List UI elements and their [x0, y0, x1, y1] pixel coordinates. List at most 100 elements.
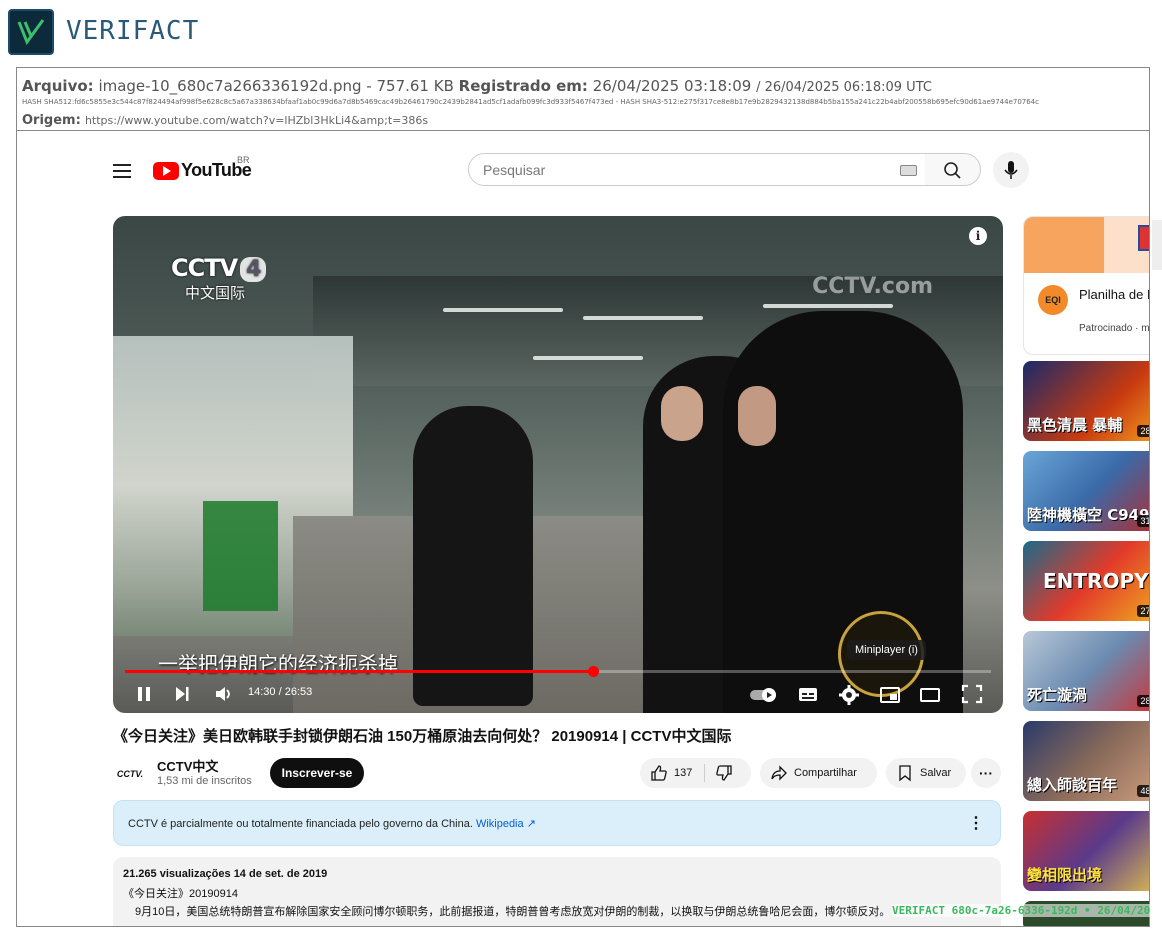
cctv-bug-number: 4 — [240, 257, 267, 282]
more-options-icon[interactable]: ⋮ — [968, 813, 984, 833]
share-icon — [771, 765, 787, 781]
scene-light — [533, 356, 643, 360]
scrollbar[interactable] — [1152, 220, 1162, 270]
metadata-line-1: Arquivo: image-10_680c7a266336192d.png -… — [22, 77, 932, 95]
utc-value: / 26/04/2025 06:18:09 UTC — [756, 80, 932, 95]
menu-icon[interactable] — [113, 164, 131, 178]
channel-name[interactable]: CCTV中文 — [157, 756, 218, 775]
origem-label: Origem: — [22, 113, 81, 128]
progress-fill — [125, 670, 593, 673]
hash-line: HASH SHA512:fd6c5855e3c544c87f824494af99… — [22, 98, 1039, 106]
progress-scrubber[interactable] — [587, 666, 599, 677]
funding-info-message: CCTV é parcialmente ou totalmente financ… — [128, 818, 473, 830]
verifact-logo — [8, 9, 54, 55]
search-button[interactable] — [925, 153, 981, 186]
save-button[interactable]: Salvar — [886, 758, 966, 788]
scene-face — [661, 386, 703, 441]
search-placeholder: Pesquisar — [483, 162, 546, 178]
info-icon[interactable]: i — [969, 227, 987, 245]
scene-face — [738, 386, 776, 446]
thumb-duration: 31:1 — [1137, 515, 1149, 527]
share-label: Compartilhar — [794, 767, 857, 779]
recommended-video[interactable]: 死亡漩渦 28:0 — [1023, 631, 1149, 711]
youtube-page: YouTube BR Pesquisar CCTV 4 中文国际 CCTV.co… — [17, 131, 1150, 926]
recommended-video[interactable]: 黑色清晨 暴輔 28:4 — [1023, 361, 1149, 441]
file-size: - 757.61 KB — [366, 77, 454, 95]
like-count[interactable]: 137 — [674, 767, 692, 779]
settings-gear-icon[interactable] — [838, 683, 860, 705]
arquivo-value: image-10_680c7a266336192d.png — [98, 77, 362, 95]
microphone-icon — [1004, 161, 1018, 179]
like-dislike-group: 137 — [640, 758, 751, 788]
thumb-duration: 28:0 — [1137, 695, 1149, 707]
recommended-video[interactable]: 變相限出境 — [1023, 811, 1149, 891]
verifact-header: VERIFACT — [0, 0, 1162, 64]
subscribe-button[interactable]: Inscrever-se — [270, 758, 364, 788]
subscriber-count: 1,53 mi de inscritos — [157, 775, 252, 787]
description-line-1: 《今日关注》20190914 — [123, 888, 238, 900]
scene-green-stand — [203, 501, 278, 611]
theater-mode-icon[interactable] — [919, 683, 941, 705]
thumb-title: 死亡漩渦 — [1027, 686, 1088, 704]
thumb-title: 黑色清晨 暴輔 — [1027, 416, 1123, 434]
thumbs-down-icon[interactable] — [715, 764, 733, 782]
miniplayer-icon[interactable] — [879, 683, 901, 705]
registrado-label: Registrado em: — [458, 77, 588, 95]
pill-divider — [704, 764, 706, 782]
origem-url: https://www.youtube.com/watch?v=lHZbl3Hk… — [84, 114, 429, 127]
description-box[interactable]: 21.265 visualizações 14 de set. de 2019 … — [113, 857, 1001, 926]
metadata-panel: Arquivo: image-10_680c7a266336192d.png -… — [17, 68, 1149, 131]
scene-light — [763, 304, 893, 308]
origem-line: Origem: https://www.youtube.com/watch?v=… — [22, 113, 428, 128]
thumb-duration: 48:1 — [1137, 785, 1149, 797]
channel-avatar[interactable]: CCTV. — [113, 757, 147, 791]
region-code: BR — [237, 155, 250, 165]
search-icon — [944, 162, 961, 179]
share-button[interactable]: Compartilhar — [760, 758, 877, 788]
verifact-logo-icon — [17, 19, 45, 46]
video-player[interactable]: CCTV 4 中文国际 CCTV.com i 一举把伊朗它的经济扼杀掉 Minip… — [113, 216, 1003, 713]
thumb-title: 陸神機橫空 C949 — [1027, 506, 1150, 524]
ad-logo: EQI — [1038, 285, 1068, 315]
thumbs-up-icon[interactable] — [650, 764, 668, 782]
capture-frame: Arquivo: image-10_680c7a266336192d.png -… — [16, 67, 1150, 927]
thumb-title: ENTROPY — [1043, 569, 1149, 593]
scene-light — [443, 308, 563, 312]
ad-sponsored-label: Patrocinado · m — [1079, 323, 1150, 334]
recommended-video[interactable]: ENTROPY 27:1 — [1023, 541, 1149, 621]
youtube-play-icon — [153, 161, 179, 180]
verifact-brand: VERIFACT — [66, 16, 200, 46]
progress-bar[interactable] — [125, 666, 991, 677]
miniplayer-tooltip: Miniplayer (i) — [847, 640, 926, 660]
scene-light — [583, 316, 703, 320]
views-date: 21.265 visualizações 14 de set. de 2019 — [123, 868, 328, 880]
more-actions-icon[interactable]: ··· — [971, 758, 1001, 788]
sponsored-ad[interactable]: EQI Planilha de FIIs Patrocinado · m — [1023, 216, 1150, 355]
verifact-stamp: VERIFACT 680c-7a26-6336-192d • 26/04/20 — [892, 904, 1151, 917]
cctv-bug-text: CCTV — [171, 254, 238, 282]
recommended-video[interactable]: 陸神機橫空 C949 31:1 — [1023, 451, 1150, 531]
wikipedia-link[interactable]: Wikipedia — [476, 818, 524, 830]
pause-icon[interactable] — [135, 683, 153, 705]
fullscreen-icon[interactable] — [961, 683, 983, 705]
subtitles-icon[interactable] — [797, 683, 819, 705]
time-display: 14:30 / 26:53 — [248, 686, 313, 698]
next-icon[interactable] — [173, 683, 191, 705]
autoplay-toggle-icon[interactable] — [749, 683, 779, 705]
cctv-channel-subtitle: 中文国际 — [185, 284, 246, 302]
voice-search-button[interactable] — [993, 152, 1029, 188]
recommended-video[interactable]: 總入師談百年 48:1 — [1023, 721, 1149, 801]
thumb-title: 變相限出境 — [1027, 866, 1103, 884]
cctv4-logo: CCTV 4 — [171, 254, 267, 282]
video-title: 《今日关注》美日欧韩联手封锁伊朗石油 150万桶原油去向何处？ 20190914… — [113, 728, 732, 745]
arquivo-label: Arquivo: — [22, 77, 94, 95]
save-label: Salvar — [920, 767, 952, 779]
flag-icon — [1138, 225, 1149, 251]
registrado-value: 26/04/2025 03:18:09 — [592, 77, 752, 95]
search-input[interactable]: Pesquisar — [468, 153, 926, 186]
thumb-duration: 28:4 — [1137, 425, 1149, 437]
volume-icon[interactable] — [213, 683, 235, 705]
external-link-icon: ↗ — [526, 818, 536, 830]
keyboard-icon[interactable] — [900, 165, 917, 176]
bookmark-icon — [899, 765, 911, 782]
